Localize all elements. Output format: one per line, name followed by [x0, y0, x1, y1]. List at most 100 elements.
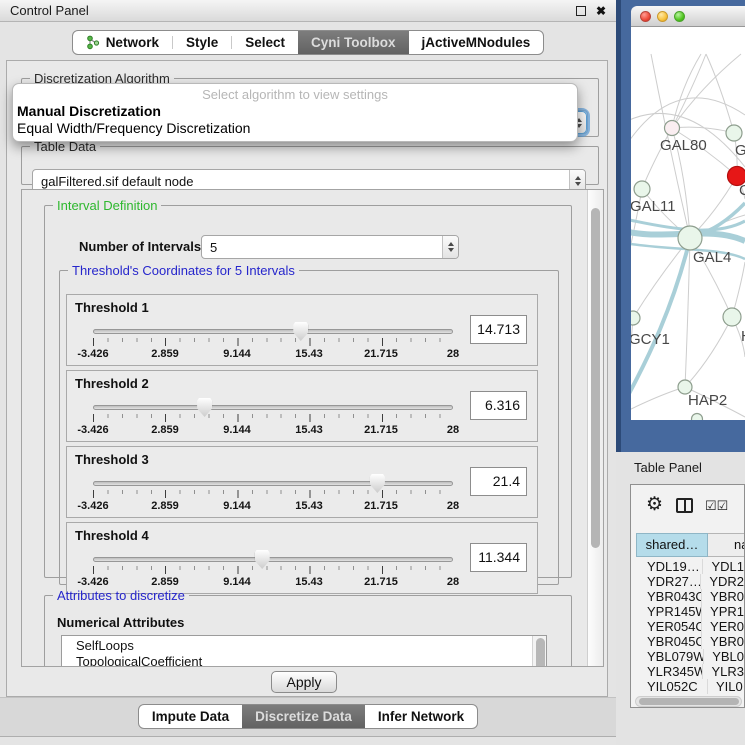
table-cell-name[interactable]: YDL1 [703, 559, 744, 574]
table-cell-shared-name[interactable]: YDR27… [636, 574, 701, 589]
tab-select[interactable]: Select [232, 31, 298, 54]
window-zoom-button[interactable] [674, 11, 685, 22]
node-gal11[interactable] [634, 181, 650, 197]
numerical-attributes-label: Numerical Attributes [57, 615, 184, 630]
tab-cyni-toolbox[interactable]: Cyni Toolbox [298, 31, 409, 54]
table-row[interactable]: YPR145WYPR1 [636, 604, 744, 619]
network-canvas[interactable]: GAL80 GA C GAL11 GAL4 GCY1 H HAP2 [631, 27, 745, 420]
network-window: GAL80 GA C GAL11 GAL4 GCY1 H HAP2 [631, 6, 745, 420]
tab-discretize-data[interactable]: Discretize Data [242, 705, 365, 728]
table-cell-name[interactable]: YBL0 [704, 649, 744, 664]
right-side: GAL80 GA C GAL11 GAL4 GCY1 H HAP2 Table … [616, 0, 745, 745]
window-minimize-button[interactable] [657, 11, 668, 22]
tab-impute-data[interactable]: Impute Data [139, 705, 242, 728]
tab-network[interactable]: Network [73, 31, 172, 54]
table-row[interactable]: YIL052CYIL0 [636, 679, 744, 694]
attributes-list-scrollbar-thumb[interactable] [536, 638, 545, 667]
dropdown-option-equal-width-frequency[interactable]: Equal Width/Frequency Discretization [13, 120, 577, 137]
node-label: GAL4 [693, 249, 731, 266]
table-cell-name[interactable]: YDR2 [701, 574, 744, 589]
tick-label: 15.43 [295, 348, 323, 360]
tick-label: 9.144 [223, 500, 251, 512]
network-desktop: GAL80 GA C GAL11 GAL4 GCY1 H HAP2 [616, 0, 745, 452]
window-close-button[interactable] [640, 11, 651, 22]
tab-cyni-toolbox-label: Cyni Toolbox [311, 35, 396, 50]
table-row[interactable]: YER054CYER0 [636, 619, 744, 634]
slider-track[interactable] [93, 557, 453, 562]
network-icon [86, 35, 100, 50]
select-columns-checkbox-icons[interactable]: ☑☑ [705, 498, 728, 514]
node-partial-bottom[interactable] [692, 414, 703, 421]
table-cell-shared-name[interactable]: YBR043C [636, 589, 702, 604]
table-cell-shared-name[interactable]: YLR345W [636, 664, 703, 679]
table-data-group: Table Data galFiltered.sif default node [21, 139, 599, 185]
attributes-list-items: SelfLoopsTopologicalCoefficientBetweenne… [62, 638, 546, 667]
node-gal4[interactable] [678, 226, 702, 250]
threshold-2-box: Threshold 2 -3.4262.8599.14415.4321.7152… [66, 370, 538, 442]
table-horizontal-scrollbar-thumb[interactable] [639, 698, 739, 705]
threshold-2-value-input[interactable]: 6.316 [470, 391, 527, 420]
node-ga[interactable] [726, 125, 742, 141]
column-header-name[interactable]: na [708, 533, 745, 557]
table-row[interactable]: YBR043CYBR0 [636, 589, 744, 604]
tick-label: -3.426 [77, 424, 108, 436]
table-cell-shared-name[interactable]: YER054C [636, 619, 702, 634]
table-horizontal-scrollbar[interactable] [635, 696, 742, 707]
slider-track[interactable] [93, 481, 453, 486]
threshold-3-value-input[interactable]: 21.4 [470, 467, 527, 496]
table-cell-name[interactable]: YER0 [702, 619, 744, 634]
table-row[interactable]: YBL079WYBL0 [636, 649, 744, 664]
apply-button[interactable]: Apply [271, 671, 337, 693]
node-gal80[interactable] [665, 121, 680, 136]
tab-style[interactable]: Style [173, 31, 231, 54]
number-of-intervals-spinner[interactable] [442, 236, 458, 258]
column-header-shared-name[interactable]: shared… [636, 533, 708, 557]
table-row[interactable]: YDR27…YDR2 [636, 574, 744, 589]
table-cell-name[interactable]: YPR1 [702, 604, 744, 619]
table-cell-shared-name[interactable]: YIL052C [636, 679, 708, 694]
slider-track[interactable] [93, 329, 453, 334]
node-label: C [739, 182, 745, 199]
table-cell-shared-name[interactable]: YBR045C [636, 634, 702, 649]
network-window-titlebar[interactable] [631, 6, 745, 27]
table-row[interactable]: YBR045CYBR0 [636, 634, 744, 649]
threshold-4-value-input[interactable]: 11.344 [470, 543, 527, 572]
threshold-3-box: Threshold 3 -3.4262.8599.14415.4321.7152… [66, 446, 538, 518]
table-cell-shared-name[interactable]: YBL079W [636, 649, 704, 664]
table-cell-shared-name[interactable]: YPR145W [636, 604, 702, 619]
dropdown-option-manual-discretization[interactable]: Manual Discretization [13, 103, 577, 120]
threshold-1-label: Threshold 1 [75, 300, 149, 315]
table-cell-shared-name[interactable]: YDL19… [636, 559, 703, 574]
attributes-group-label: Attributes to discretize [53, 588, 189, 603]
number-of-intervals-value: 5 [202, 240, 442, 255]
spinner-down-icon [448, 248, 454, 252]
node-gcy1[interactable] [631, 311, 640, 325]
table-cell-name[interactable]: YBR0 [702, 589, 744, 604]
slider-tick-labels: -3.4262.8599.14415.4321.71528 [93, 576, 453, 588]
control-panel-tabbar: Network Style Select Cyni Toolbox jActiv… [0, 30, 616, 55]
tab-infer-network[interactable]: Infer Network [365, 705, 477, 728]
node-h[interactable] [723, 308, 741, 326]
attribute-list-item[interactable]: SelfLoops [62, 638, 546, 654]
table-cell-name[interactable]: YLR3 [703, 664, 744, 679]
slider-track[interactable] [93, 405, 453, 410]
number-of-intervals-combobox[interactable]: 5 [201, 235, 459, 259]
tab-jactivemnodules[interactable]: jActiveMNodules [409, 31, 544, 54]
tick-label: 15.43 [295, 576, 323, 588]
gear-icon[interactable]: ⚙ [646, 494, 663, 516]
table-row[interactable]: YDL19…YDL1 [636, 559, 744, 574]
table-row[interactable]: YLR345WYLR3 [636, 664, 744, 679]
attributes-list-scrollbar[interactable] [532, 636, 546, 667]
settings-scrollbar-thumb[interactable] [591, 208, 600, 548]
table-cell-name[interactable]: YIL0 [708, 679, 743, 694]
threshold-1-value-input[interactable]: 14.713 [470, 315, 527, 344]
settings-vertical-scrollbar[interactable] [587, 190, 603, 666]
close-panel-icon[interactable]: ✖ [596, 6, 606, 16]
columns-icon[interactable] [676, 498, 693, 513]
float-panel-icon[interactable] [576, 6, 586, 16]
threshold-4-slider: -3.4262.8599.14415.4321.71528 [93, 551, 453, 591]
table-cell-name[interactable]: YBR0 [702, 634, 744, 649]
tab-discretize-data-label: Discretize Data [255, 709, 352, 724]
threshold-4-label: Threshold 4 [75, 528, 149, 543]
attribute-list-item[interactable]: TopologicalCoefficient [62, 654, 546, 668]
